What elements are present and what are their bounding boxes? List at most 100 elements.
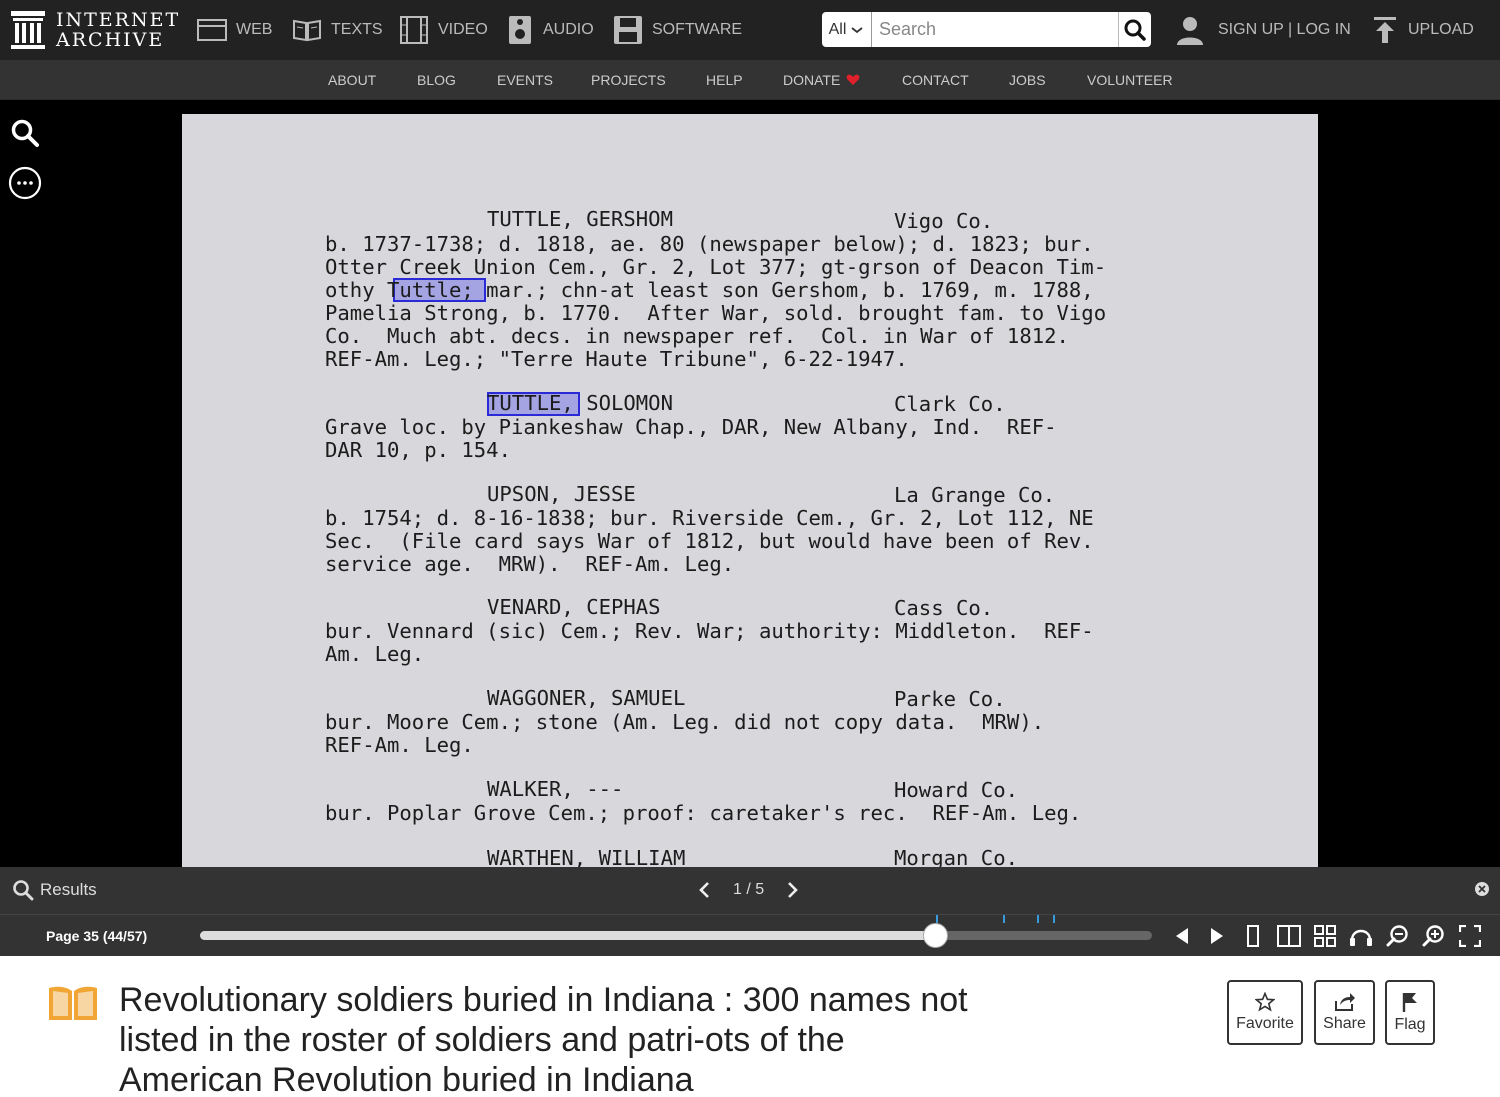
share-button[interactable]: Share <box>1314 980 1375 1045</box>
book-page-image[interactable]: TUTTLE, GERSHOM Vigo Co. b. 1737-1738; d… <box>182 114 1318 867</box>
entry-name: WALKER, --- <box>487 777 624 801</box>
share-icon <box>1334 993 1355 1011</box>
search-result-marker[interactable] <box>936 915 938 923</box>
fullscreen-button[interactable] <box>1457 923 1483 949</box>
upload-label: UPLOAD <box>1408 21 1474 38</box>
next-page-button[interactable] <box>1204 923 1230 949</box>
search-result-marker[interactable] <box>1053 915 1055 923</box>
search-result-marker[interactable] <box>1003 915 1005 923</box>
nav-jobs[interactable]: JOBS <box>1009 60 1046 100</box>
read-aloud-button[interactable] <box>1348 923 1374 949</box>
entry-county: Vigo Co. <box>894 209 994 233</box>
entry-text: othy Tuttle; mar.; chn-at least son Gers… <box>325 278 1094 302</box>
entry-text: DAR 10, p. 154. <box>325 438 511 462</box>
nav-volunteer-label: VOLUNTEER <box>1087 72 1173 88</box>
entry-name: TUTTLE, SOLOMON <box>487 391 673 415</box>
search-icon <box>1124 19 1146 41</box>
nav-contact[interactable]: CONTACT <box>902 60 969 100</box>
entry-text: Pamelia Strong, b. 1770. After War, sold… <box>325 301 1107 325</box>
web-icon <box>197 19 227 41</box>
page-slider[interactable] <box>200 915 1152 948</box>
nav-about[interactable]: ABOUT <box>328 60 376 100</box>
close-icon[interactable] <box>1474 881 1490 897</box>
upload-link[interactable]: UPLOAD <box>1372 0 1474 60</box>
book-viewer: TUTTLE, GERSHOM Vigo Co. b. 1737-1738; d… <box>0 100 1500 867</box>
item-title: Revolutionary soldiers buried in Indiana… <box>119 981 968 1097</box>
single-page-icon <box>1247 925 1259 947</box>
entry-name: WARTHEN, WILLIAM <box>487 846 686 868</box>
favorite-label: Favorite <box>1236 1015 1294 1032</box>
one-page-view-button[interactable] <box>1240 923 1266 949</box>
viewer-search-button[interactable] <box>10 118 40 153</box>
video-icon <box>400 16 428 44</box>
star-icon <box>1255 992 1275 1012</box>
nav-software-label: SOFTWARE <box>652 21 743 38</box>
previous-page-button[interactable] <box>1169 923 1195 949</box>
zoom-in-icon <box>1422 925 1444 947</box>
nav-jobs-label: JOBS <box>1009 72 1046 88</box>
nav-contact-label: CONTACT <box>902 72 969 88</box>
nav-help[interactable]: HELP <box>706 60 743 100</box>
nav-web[interactable]: WEB <box>197 0 272 60</box>
archive-building-icon <box>10 10 46 50</box>
results-toggle[interactable]: Results <box>12 867 97 913</box>
previous-result-button[interactable] <box>695 880 715 900</box>
search-icon <box>11 119 39 147</box>
nav-software[interactable]: SOFTWARE <box>613 0 742 60</box>
search-input[interactable] <box>871 12 1118 47</box>
internet-archive-logo[interactable]: INTERNET ARCHIVE <box>10 8 180 52</box>
favorite-button[interactable]: Favorite <box>1227 980 1303 1045</box>
software-icon <box>614 16 642 44</box>
nav-texts[interactable]: TEXTS <box>292 0 383 60</box>
next-result-button[interactable] <box>782 880 802 900</box>
entry-text: bur. Vennard (sic) Cem.; Rev. War; autho… <box>325 619 1094 643</box>
search-scope-select[interactable]: All <box>822 12 872 47</box>
user-icon <box>1177 17 1203 45</box>
thumbnail-view-button[interactable] <box>1312 923 1338 949</box>
entry-text: b. 1737-1738; d. 1818, ae. 80 (newspaper… <box>325 232 1094 256</box>
search-box: All <box>822 12 1151 47</box>
nav-video-label: VIDEO <box>438 21 488 38</box>
nav-donate[interactable]: DONATE <box>783 60 860 100</box>
more-options-icon <box>8 166 42 200</box>
nav-events[interactable]: EVENTS <box>497 60 553 100</box>
nav-projects[interactable]: PROJECTS <box>591 60 666 100</box>
entry-name: TUTTLE, GERSHOM <box>487 207 673 231</box>
zoom-in-button[interactable] <box>1421 923 1447 949</box>
page-number-label: Page 35 (44/57) <box>46 927 148 944</box>
item-details: Revolutionary soldiers buried in Indiana… <box>0 956 1500 1097</box>
logo-line-2: ARCHIVE <box>56 29 165 51</box>
zoom-out-icon <box>1386 925 1408 947</box>
nav-about-label: ABOUT <box>328 72 377 88</box>
nav-volunteer[interactable]: VOLUNTEER <box>1087 60 1173 100</box>
entry-county: Howard Co. <box>894 778 1018 802</box>
search-result-marker[interactable] <box>1037 915 1039 923</box>
grid-icon <box>1314 925 1336 947</box>
nav-help-label: HELP <box>706 72 743 88</box>
triangle-right-icon <box>1211 928 1223 944</box>
upload-icon <box>1374 17 1396 43</box>
search-button[interactable] <box>1117 12 1151 47</box>
nav-donate-label: DONATE <box>783 72 841 88</box>
entry-text: REF-Am. Leg. <box>325 733 474 757</box>
sign-up-log-in-label: SIGN UP | LOG IN <box>1218 21 1351 38</box>
results-label: Results <box>40 880 97 899</box>
top-nav: INTERNET ARCHIVE WEB TEXTS VIDEO AUDIO S… <box>0 0 1500 60</box>
nav-video[interactable]: VIDEO <box>399 0 488 60</box>
entry-county: Morgan Co. <box>894 846 1018 868</box>
secondary-nav: ABOUT BLOG EVENTS PROJECTS HELP DONATE C… <box>0 60 1500 100</box>
texts-icon <box>293 19 321 42</box>
entry-name: UPSON, JESSE <box>487 482 636 506</box>
nav-audio[interactable]: AUDIO <box>508 0 594 60</box>
triangle-left-icon <box>1176 928 1188 944</box>
headphones-icon <box>1350 929 1372 946</box>
viewer-more-button[interactable] <box>8 166 42 205</box>
nav-audio-label: AUDIO <box>543 21 594 38</box>
nav-blog[interactable]: BLOG <box>417 60 456 100</box>
two-page-view-button[interactable] <box>1276 923 1302 949</box>
flag-button[interactable]: Flag <box>1385 980 1435 1045</box>
sign-up-log-in-link[interactable]: SIGN UP | LOG IN <box>1176 0 1351 60</box>
zoom-out-button[interactable] <box>1385 923 1411 949</box>
page-slider-handle[interactable] <box>922 923 948 948</box>
search-icon <box>13 880 34 901</box>
